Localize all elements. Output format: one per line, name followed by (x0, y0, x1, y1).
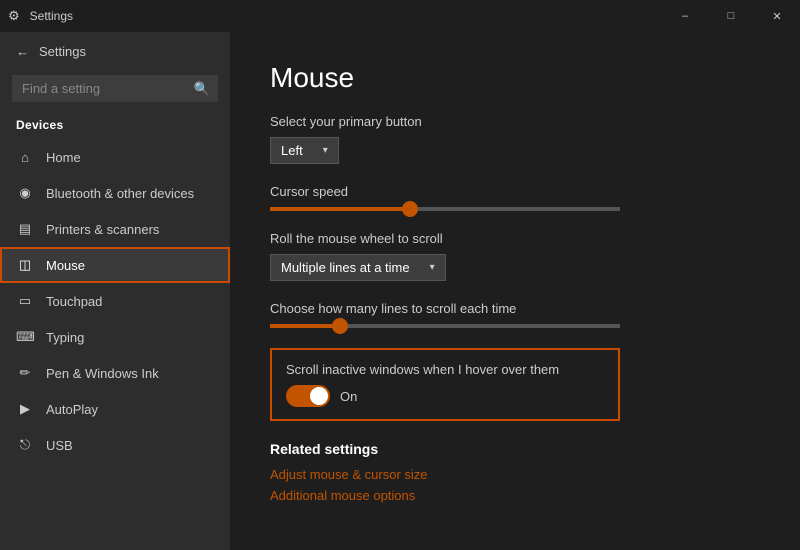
scroll-wheel-dropdown[interactable]: Multiple lines at a time ▾ (270, 254, 446, 281)
mouse-icon: ◫ (16, 257, 34, 273)
sidebar-item-home[interactable]: ⌂ Home (0, 140, 230, 175)
titlebar: ⚙ Settings – □ ✕ (0, 0, 800, 32)
related-settings: Related settings Adjust mouse & cursor s… (270, 441, 760, 503)
titlebar-controls: – □ ✕ (662, 0, 800, 32)
printers-icon: ▤ (16, 221, 34, 237)
usb-icon: ⎋ (16, 437, 34, 453)
content-area: Mouse Select your primary button Left ▾ … (230, 32, 800, 550)
minimize-button[interactable]: – (662, 0, 708, 32)
sidebar-item-printers[interactable]: ▤ Printers & scanners (0, 211, 230, 247)
sidebar-item-label: Touchpad (46, 294, 102, 309)
sidebar-item-bluetooth[interactable]: ◉ Bluetooth & other devices (0, 175, 230, 211)
inactive-scroll-toggle[interactable] (286, 385, 330, 407)
scroll-wheel-label: Roll the mouse wheel to scroll (270, 231, 760, 246)
close-button[interactable]: ✕ (754, 0, 800, 32)
sidebar-item-label: Bluetooth & other devices (46, 186, 194, 201)
scroll-lines-fill (270, 324, 340, 328)
scroll-lines-thumb[interactable] (332, 318, 348, 334)
related-link[interactable]: Additional mouse options (270, 488, 760, 503)
sidebar-item-label: AutoPlay (46, 402, 98, 417)
scroll-lines-label: Choose how many lines to scroll each tim… (270, 301, 760, 316)
sidebar-item-usb[interactable]: ⎋ USB (0, 427, 230, 463)
inactive-scroll-label: Scroll inactive windows when I hover ove… (286, 362, 604, 377)
titlebar-title: Settings (30, 9, 73, 23)
sidebar-item-label: USB (46, 438, 73, 453)
sidebar-item-autoplay[interactable]: ▶ AutoPlay (0, 391, 230, 427)
touchpad-icon: ▭ (16, 293, 34, 309)
back-button[interactable]: ← Settings (0, 32, 230, 71)
cursor-speed-container: Cursor speed (270, 184, 760, 211)
autoplay-icon: ▶ (16, 401, 34, 417)
search-container: 🔍 (12, 75, 218, 102)
sidebar-item-label: Printers & scanners (46, 222, 159, 237)
scroll-wheel-value: Multiple lines at a time (281, 260, 410, 275)
scroll-lines-track[interactable] (270, 324, 620, 328)
primary-button-dropdown[interactable]: Left ▾ (270, 137, 339, 164)
scroll-wheel-arrow: ▾ (430, 262, 435, 273)
related-links: Adjust mouse & cursor size Additional mou… (270, 467, 760, 503)
back-icon: ← (16, 44, 29, 59)
scroll-lines-container: Choose how many lines to scroll each tim… (270, 301, 760, 328)
search-input[interactable] (12, 75, 218, 102)
app-container: ← Settings 🔍 Devices ⌂ Home ◉ Bluetooth … (0, 32, 800, 550)
sidebar-section-label: Devices (0, 114, 230, 140)
toggle-knob (310, 387, 328, 405)
home-icon: ⌂ (16, 150, 34, 165)
typing-icon: ⌨ (16, 329, 34, 345)
pen-icon: ✏ (16, 365, 34, 381)
related-link[interactable]: Adjust mouse & cursor size (270, 467, 760, 482)
sidebar-item-label: Home (46, 150, 81, 165)
sidebar-item-touchpad[interactable]: ▭ Touchpad (0, 283, 230, 319)
primary-button-label: Select your primary button (270, 114, 760, 129)
primary-button-arrow: ▾ (323, 145, 328, 156)
titlebar-left: ⚙ Settings (8, 8, 73, 24)
back-label: Settings (39, 44, 86, 59)
related-title: Related settings (270, 441, 760, 457)
sidebar-item-label: Typing (46, 330, 84, 345)
cursor-speed-fill (270, 207, 410, 211)
toggle-row: On (286, 385, 604, 407)
sidebar-nav: ⌂ Home ◉ Bluetooth & other devices ▤ Pri… (0, 140, 230, 463)
sidebar-item-pen[interactable]: ✏ Pen & Windows Ink (0, 355, 230, 391)
sidebar-item-typing[interactable]: ⌨ Typing (0, 319, 230, 355)
page-title: Mouse (270, 62, 760, 94)
cursor-speed-track[interactable] (270, 207, 620, 211)
search-icon: 🔍 (194, 81, 210, 97)
primary-button-value: Left (281, 143, 303, 158)
cursor-speed-label: Cursor speed (270, 184, 760, 199)
sidebar-item-mouse[interactable]: ◫ Mouse (0, 247, 230, 283)
maximize-button[interactable]: □ (708, 0, 754, 32)
inactive-scroll-box: Scroll inactive windows when I hover ove… (270, 348, 620, 421)
toggle-state-label: On (340, 389, 357, 404)
settings-icon: ⚙ (8, 8, 20, 24)
sidebar-item-label: Mouse (46, 258, 85, 273)
sidebar-item-label: Pen & Windows Ink (46, 366, 159, 381)
bluetooth-icon: ◉ (16, 185, 34, 201)
sidebar: ← Settings 🔍 Devices ⌂ Home ◉ Bluetooth … (0, 32, 230, 550)
cursor-speed-thumb[interactable] (402, 201, 418, 217)
